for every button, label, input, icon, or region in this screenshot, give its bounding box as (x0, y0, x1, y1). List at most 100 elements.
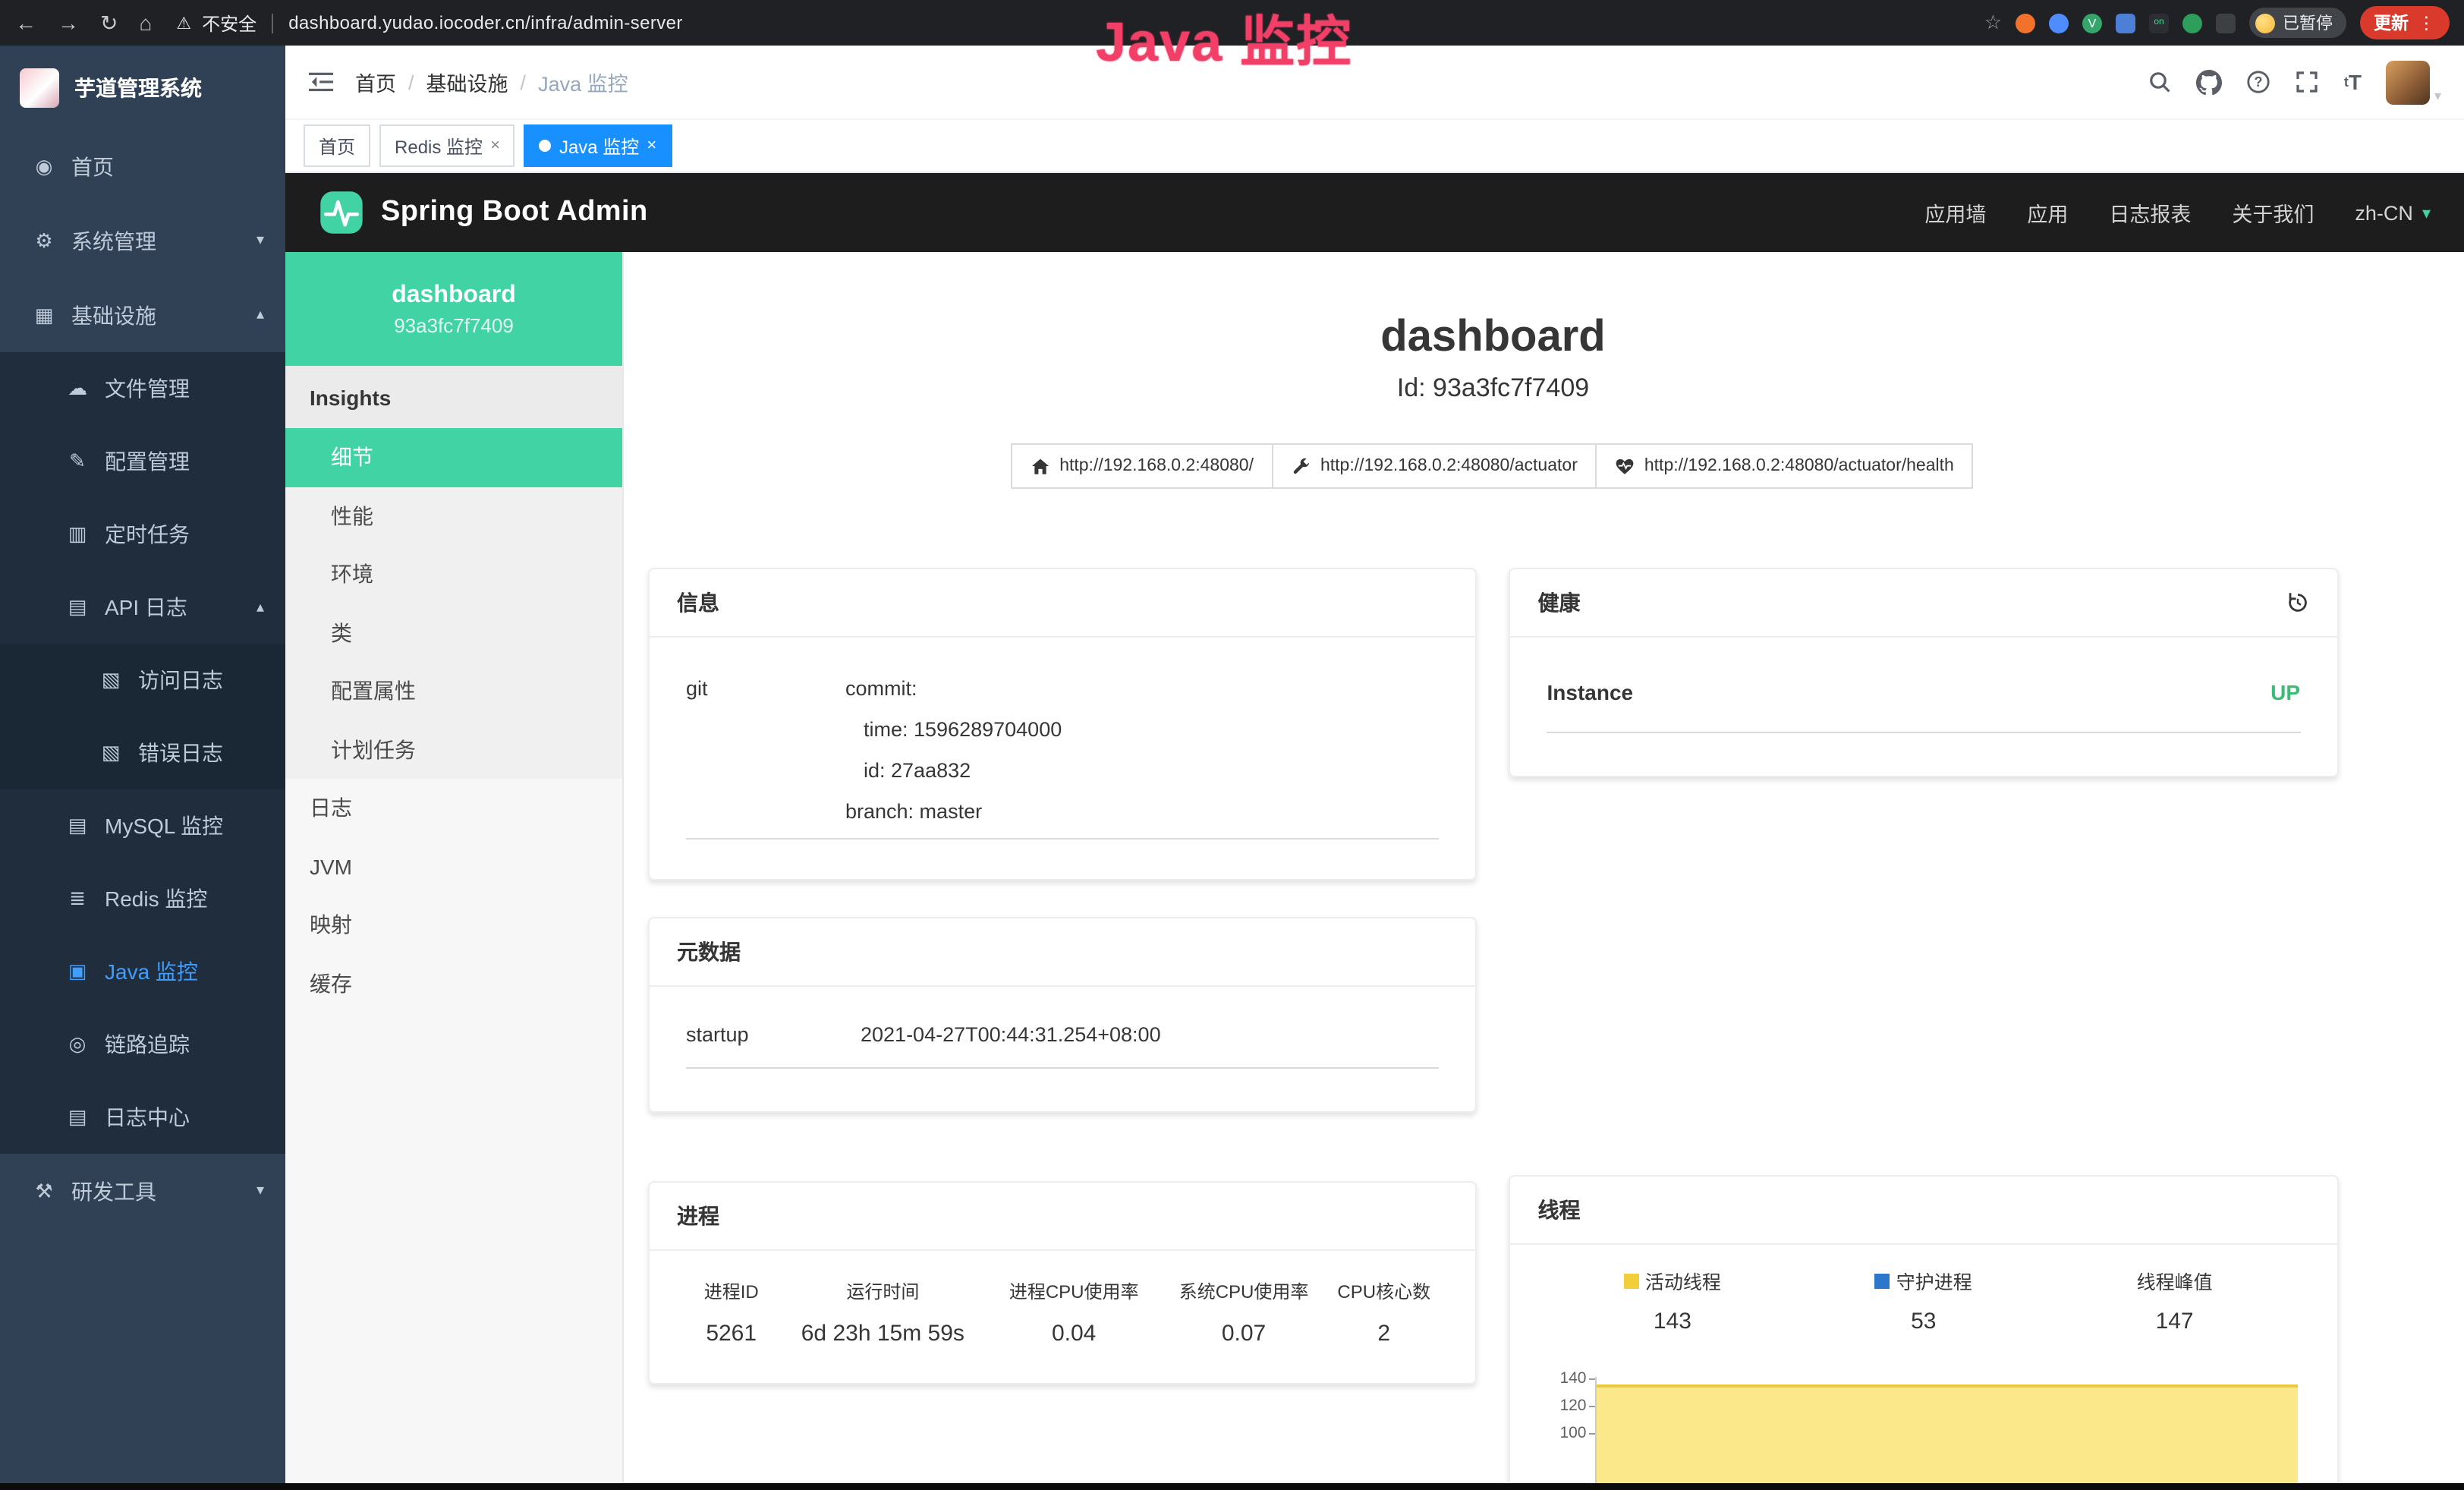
gear-icon: ⚙ (30, 228, 58, 253)
bookmark-star-icon[interactable]: ☆ (1984, 11, 2002, 35)
sba-nav-about[interactable]: 关于我们 (2232, 197, 2314, 228)
sidebar-item-access-log[interactable]: ▧ 访问日志 (0, 644, 285, 717)
sba-menu-scheduled-tasks[interactable]: 计划任务 (285, 720, 622, 779)
tab-java-monitor[interactable]: Java 监控 × (524, 124, 672, 167)
sidebar-item-label: 错误日志 (138, 738, 223, 768)
brand-logo (20, 68, 59, 107)
font-size-icon[interactable]: tT (2344, 71, 2362, 93)
github-icon[interactable] (2197, 69, 2223, 95)
sidebar-item-file-management[interactable]: ☁ 文件管理 (0, 352, 285, 425)
extension-icon-drop[interactable] (2049, 13, 2069, 33)
extension-icon-switch[interactable]: on (2149, 13, 2169, 33)
health-instance-row: Instance UP (1547, 680, 2301, 733)
log-doc-icon: ▧ (97, 741, 124, 765)
tab-label: Java 监控 (559, 133, 639, 159)
address-bar[interactable]: ⚠ 不安全 dashboard.yudao.iocoder.cn/infra/a… (176, 10, 1984, 36)
close-icon[interactable]: × (647, 137, 656, 155)
sidebar-item-label: 系统管理 (71, 225, 156, 256)
omnibox-divider (272, 13, 273, 33)
browser-home-icon[interactable]: ⌂ (139, 11, 152, 35)
extension-icon-orange[interactable] (2016, 13, 2035, 33)
main-sidebar: 芋道管理系统 ◉ 首页 ⚙ 系统管理 ▾ ▦ 基础设施 ▴ (0, 46, 285, 1490)
sidebar-item-config-management[interactable]: ✎ 配置管理 (0, 425, 285, 498)
sidebar-item-log-center[interactable]: ▤ 日志中心 (0, 1081, 285, 1154)
breadcrumb: 首页 / 基础设施 / Java 监控 (355, 67, 628, 97)
sba-menu-environment[interactable]: 环境 (285, 545, 622, 603)
process-uptime-col: 运行时间 6d 23h 15m 59s (776, 1278, 989, 1347)
sidebar-item-infrastructure[interactable]: ▦ 基础设施 ▴ (0, 278, 285, 352)
sba-menu-insights[interactable]: Insights (285, 366, 622, 428)
tab-redis-monitor[interactable]: Redis 监控 × (379, 124, 515, 167)
breadcrumb-current: Java 监控 (538, 67, 628, 97)
sidebar-item-tracing[interactable]: ◎ 链路追踪 (0, 1008, 285, 1081)
eye-icon: ◎ (64, 1032, 91, 1057)
hamburger-fold-icon[interactable] (308, 71, 334, 93)
sba-nav-applications[interactable]: 应用 (2027, 197, 2068, 228)
sba-menu-caches[interactable]: 缓存 (285, 954, 622, 1013)
user-menu[interactable]: ▾ (2386, 60, 2441, 104)
metadata-row: startup 2021-04-27T00:44:31.254+08:00 (686, 1023, 1440, 1069)
metadata-card-title: 元数据 (650, 918, 1476, 987)
instance-header[interactable]: dashboard 93a3fc7f7409 (285, 252, 622, 366)
security-label: 不安全 (202, 10, 256, 36)
chevron-down-icon: ▾ (256, 232, 264, 249)
extension-icon-grid[interactable] (2116, 13, 2135, 33)
sidebar-item-home[interactable]: ◉ 首页 (0, 129, 285, 203)
sba-menu-configprops[interactable]: 配置属性 (285, 662, 622, 720)
sidebar-item-mysql-monitor[interactable]: ▤ MySQL 监控 (0, 789, 285, 862)
health-card-title: 健康 (1538, 587, 1581, 618)
sidebar-item-dev-tools[interactable]: ⚒ 研发工具 ▾ (0, 1154, 285, 1228)
history-icon[interactable] (2285, 591, 2309, 615)
fullscreen-icon[interactable] (2296, 70, 2320, 94)
sba-menu-details[interactable]: 细节 (285, 428, 622, 487)
back-icon[interactable]: ← (15, 11, 36, 35)
extension-icon-leaf[interactable] (2182, 13, 2202, 33)
col-header: 系统CPU使用率 (1159, 1278, 1329, 1304)
col-value: 0.04 (989, 1321, 1159, 1347)
kebab-menu-icon[interactable]: ⋮ (2418, 12, 2435, 33)
dashboard-icon: ◉ (30, 154, 58, 178)
breadcrumb-infrastructure[interactable]: 基础设施 (426, 67, 508, 97)
reload-icon[interactable]: ↻ (100, 10, 118, 36)
help-icon[interactable]: ? (2247, 70, 2271, 94)
search-icon[interactable] (2148, 70, 2173, 94)
y-tickmark (1590, 1433, 1596, 1435)
sba-nav-journal[interactable]: 日志报表 (2109, 197, 2191, 228)
sba-menu-jvm[interactable]: JVM (285, 837, 622, 896)
sidebar-item-java-monitor[interactable]: ▣ Java 监控 (0, 935, 285, 1008)
info-card-title: 信息 (650, 569, 1476, 638)
sidebar-item-label: 文件管理 (105, 373, 190, 404)
breadcrumb-home[interactable]: 首页 (355, 67, 396, 97)
language-selector[interactable]: zh-CN ▾ (2355, 201, 2431, 224)
git-time-line: time: 1596289704000 (845, 709, 1062, 750)
tab-home[interactable]: 首页 (304, 124, 370, 167)
sidebar-item-redis-monitor[interactable]: ≣ Redis 监控 (0, 862, 285, 935)
col-value: 2 (1329, 1321, 1440, 1347)
paused-badge[interactable]: 已暂停 (2249, 8, 2346, 38)
close-icon[interactable]: × (490, 137, 500, 155)
java-monitor-icon: ▣ (64, 959, 91, 984)
puzzle-extensions-icon[interactable] (2216, 13, 2236, 33)
col-header: 进程ID (686, 1278, 776, 1304)
update-button[interactable]: 更新 ⋮ (2360, 6, 2449, 39)
infrastructure-submenu: ☁ 文件管理 ✎ 配置管理 ▥ 定时任务 ▤ API 日志 ▴ (0, 352, 285, 1154)
legend-value: 53 (1798, 1308, 2049, 1334)
sidebar-item-label: 定时任务 (105, 519, 190, 550)
sba-menu-mappings[interactable]: 映射 (285, 896, 622, 954)
live-threads-swatch (1624, 1273, 1639, 1288)
sba-nav-wallboard[interactable]: 应用墙 (1924, 197, 1986, 228)
brand-name: 芋道管理系统 (74, 72, 202, 102)
forward-icon[interactable]: → (58, 11, 79, 35)
sidebar-item-api-log[interactable]: ▤ API 日志 ▴ (0, 571, 285, 644)
extension-icon-vue[interactable]: V (2082, 13, 2102, 33)
sidebar-item-system[interactable]: ⚙ 系统管理 ▾ (0, 203, 285, 278)
sba-menu-classes[interactable]: 类 (285, 603, 622, 662)
actuator-url-button[interactable]: http://192.168.0.2:48080/actuator (1272, 443, 1597, 489)
service-url-button[interactable]: http://192.168.0.2:48080/ (1011, 443, 1273, 489)
sidebar-item-scheduled-jobs[interactable]: ▥ 定时任务 (0, 498, 285, 571)
instance-name: dashboard (392, 282, 516, 309)
sba-menu-metrics[interactable]: 性能 (285, 487, 622, 545)
sba-menu-logfile[interactable]: 日志 (285, 779, 622, 837)
health-url-button[interactable]: http://192.168.0.2:48080/actuator/health (1596, 443, 1974, 489)
sidebar-item-error-log[interactable]: ▧ 错误日志 (0, 717, 285, 789)
